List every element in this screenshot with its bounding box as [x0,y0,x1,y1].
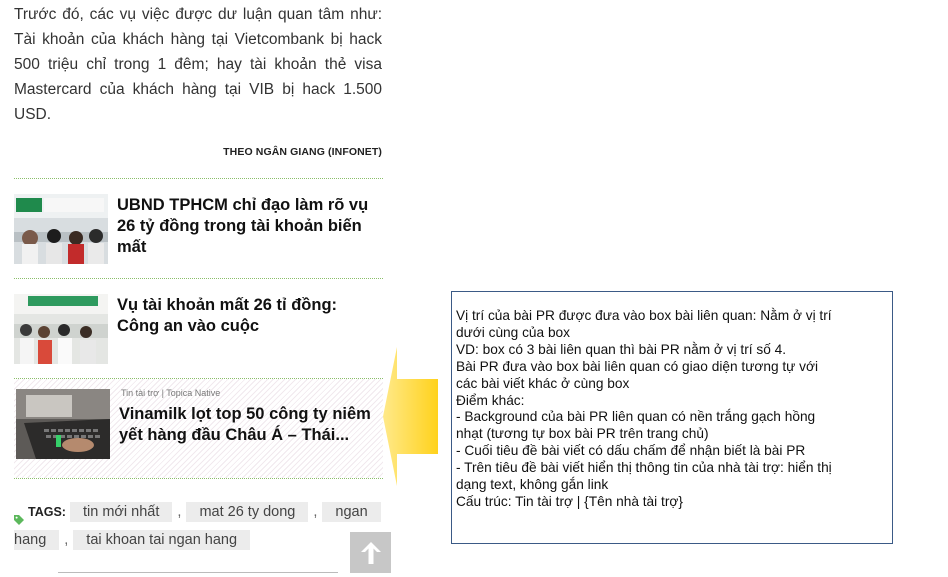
tag-link[interactable]: hang [14,530,60,550]
annotation-line: các bài viết khác ở cùng box [456,375,630,391]
annotation-note: Vị trí của bài PR được đưa vào box bài l… [451,291,893,544]
tag-icon [14,507,24,526]
arrow-up-icon [360,541,381,564]
annotation-line: nhạt (tương tự box bài PR trên trang chủ… [456,426,709,442]
annotation-line: - Cuối tiêu đề bài viết có dấu chấm để n… [456,443,806,459]
tags-section: TAGS: tin mới nhất, mat 26 ty dong, ngan ha… [14,498,383,554]
annotation-line: Vị trí của bài PR được đưa vào box bài l… [456,308,832,323]
pr-title[interactable]: Vinamilk lọt top 50 công ty niêm yết hàn… [119,404,383,446]
article-paragraph: Trước đó, các vụ việc được dư luận quan … [14,6,382,123]
annotation-line: Bài PR đưa vào box bài liên quan có giao… [456,358,818,374]
annotation-line: - Trên tiêu đề bài viết hiển thị thông t… [456,460,832,476]
scroll-to-top-button[interactable] [350,532,391,573]
tag-separator: , [64,532,69,548]
related-item[interactable]: Vụ tài khoản mất 26 tỉ đồng: Công an vào… [14,279,383,378]
tag-link[interactable]: mat 26 ty dong [186,502,309,522]
annotation-line: dưới cùng của box [456,324,571,340]
partial-element-edge [58,572,338,577]
arrow-left-callout-icon [383,347,438,486]
annotation-line: Cấu trúc: Tin tài trợ | {Tên nhà tài trợ… [456,493,683,509]
tag-link[interactable]: tai khoan tai ngan hang [73,530,251,550]
related-item[interactable]: UBND TPHCM chỉ đạo làm rõ vụ 26 tỷ đồng … [14,179,383,278]
annotation-line: - Background của bài PR liên quan có nền… [456,409,816,425]
related-title[interactable]: Vụ tài khoản mất 26 tỉ đồng: Công an vào… [117,295,381,337]
tag-link[interactable]: ngan [322,502,381,522]
divider [14,478,383,479]
related-thumbnail[interactable] [14,194,108,264]
related-title[interactable]: UBND TPHCM chỉ đạo làm rõ vụ 26 tỷ đồng … [117,195,381,258]
related-item-pr[interactable]: Tin tài trợ | Topica Native Vinamilk lọt… [14,379,383,478]
tag-separator: , [177,504,182,520]
tag-link[interactable]: tin mới nhất [70,502,173,522]
pr-sponsor-label: Tin tài trợ | Topica Native [121,388,221,398]
annotation-line: VD: box có 3 bài liên quan thì bài PR nằ… [456,341,787,357]
annotation-line: Điểm khác: [456,392,525,408]
source-credit: THEO NGÂN GIANG (INFONET) [223,146,382,158]
related-thumbnail-pr[interactable] [16,389,110,459]
annotation-line: dạng text, không gắn link [456,477,609,493]
tags-label: TAGS: [28,505,66,519]
related-thumbnail[interactable] [14,294,108,364]
tag-separator: , [313,504,318,520]
related-articles-box: UBND TPHCM chỉ đạo làm rõ vụ 26 tỷ đồng … [14,178,383,479]
